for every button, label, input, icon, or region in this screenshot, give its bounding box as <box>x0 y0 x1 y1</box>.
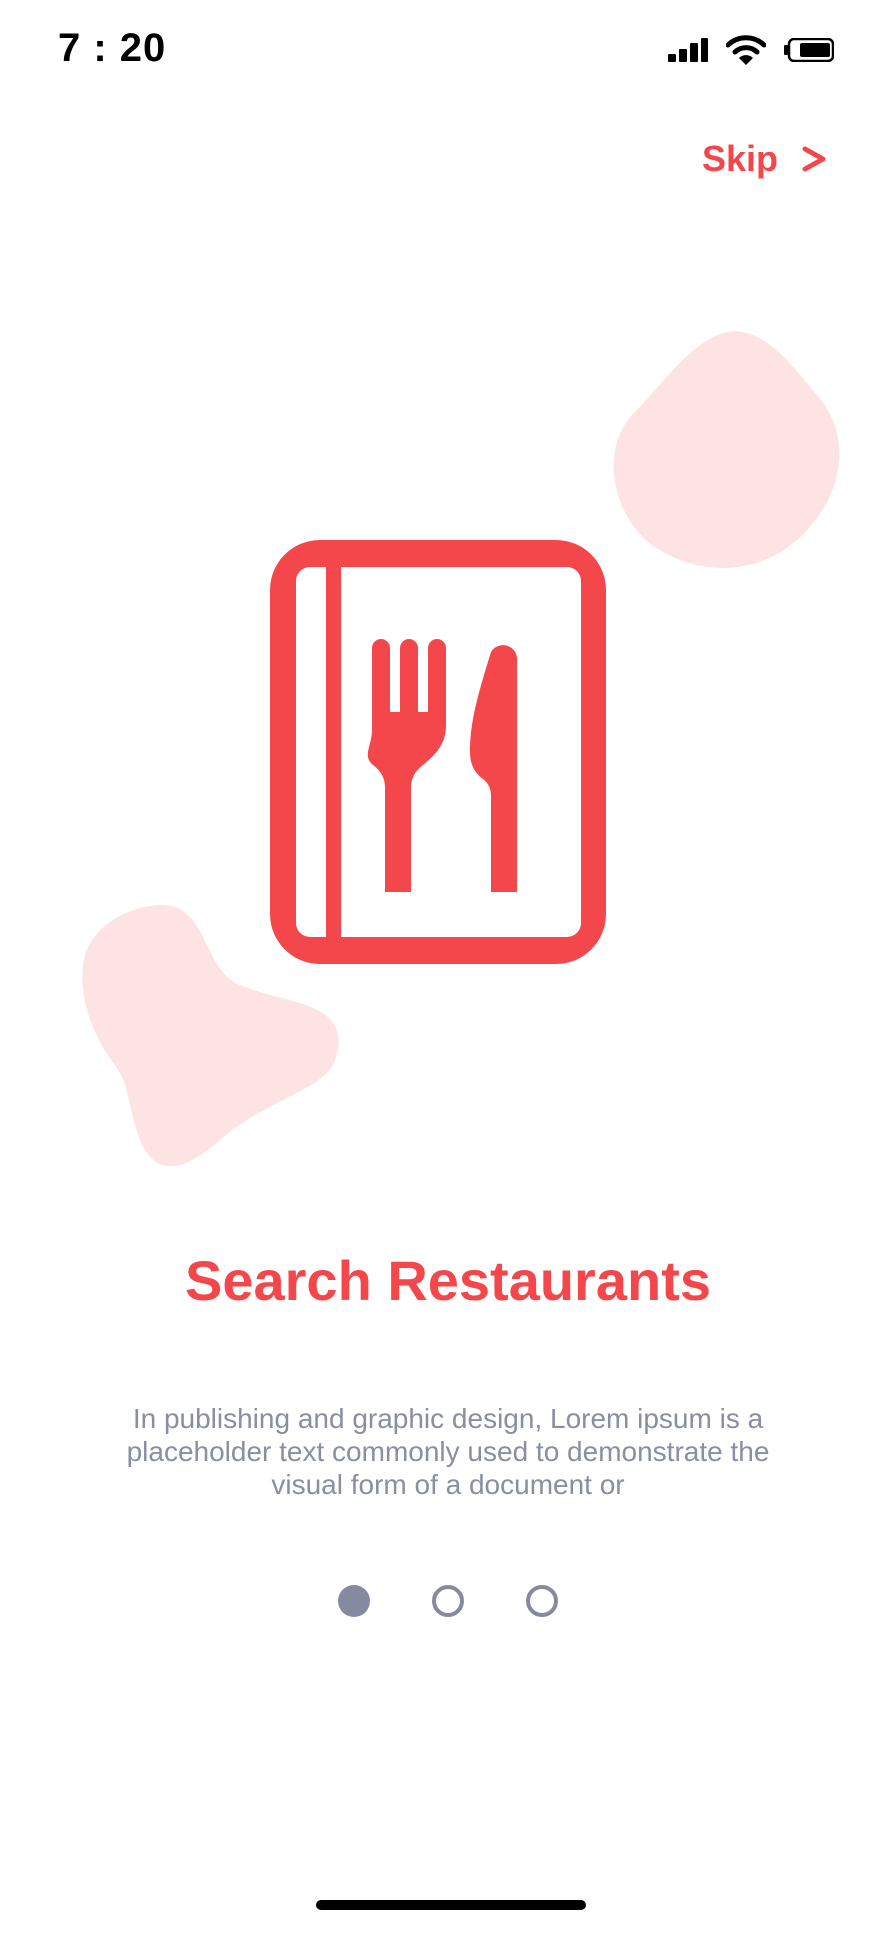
skip-button[interactable]: Skip <box>702 138 828 180</box>
signal-icon <box>668 38 708 62</box>
page-dot[interactable] <box>338 1585 370 1617</box>
status-icons <box>668 34 834 66</box>
chevron-right-icon <box>802 146 826 172</box>
onboarding-description: In publishing and graphic design, Lorem … <box>126 1403 770 1500</box>
status-bar: 7 : 20 <box>0 0 896 104</box>
skip-label: Skip <box>701 138 778 179</box>
onboarding-title: Search Restaurants <box>184 1249 711 1312</box>
status-time: 7 : 20 <box>58 26 167 70</box>
page-dot[interactable] <box>432 1585 464 1617</box>
restaurant-menu-icon <box>270 540 606 964</box>
battery-icon <box>784 38 834 62</box>
decorative-blob-top <box>613 331 840 568</box>
home-indicator[interactable] <box>316 1900 586 1910</box>
wifi-icon <box>726 35 766 65</box>
page-dot[interactable] <box>526 1585 558 1617</box>
page-indicator <box>0 1585 896 1617</box>
